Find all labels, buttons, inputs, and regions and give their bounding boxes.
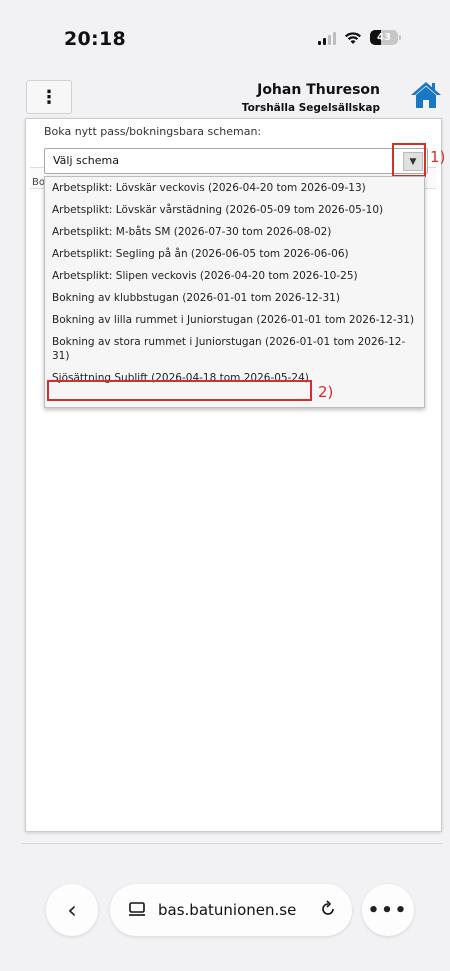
schedule-option[interactable]: Arbetsplikt: Segling på ån (2026-06-05 t… [45,243,424,265]
chevron-left-icon: ‹ [67,896,77,924]
schedule-option[interactable]: Bokning av klubbstugan (2026-01-01 tom 2… [45,287,424,309]
more-horizontal-icon: ••• [367,899,409,921]
schedule-select-value: Välj schema [53,154,119,167]
schedule-dropdown-list: Arbetsplikt: Lövskär veckovis (2026-04-2… [44,176,425,408]
user-name: Johan Thureson [257,82,380,98]
more-options-button[interactable]: ••• [362,884,414,936]
schedule-option[interactable]: Arbetsplikt: Lövskär vårstädning (2026-0… [45,199,424,221]
schedule-option[interactable]: Bokning av stora rummet i Juniorstugan (… [45,331,424,367]
status-time: 20:18 [64,28,126,50]
schedule-option[interactable]: Arbetsplikt: Slipen veckovis (2026-04-20… [45,265,424,287]
wifi-icon [345,31,361,44]
schedule-select[interactable]: Välj schema ▼ [44,148,428,174]
home-icon[interactable] [410,80,442,110]
browser-toolbar: ‹ bas.batunionen.se ••• [0,880,450,960]
status-bar: 20:18 43 [0,0,450,70]
status-icons: 43 [318,30,401,45]
back-button[interactable]: ‹ [46,884,98,936]
schedule-option[interactable]: Arbetsplikt: M-båts SM (2026-07-30 tom 2… [45,221,424,243]
schedule-option[interactable]: Arbetsplikt: Lövskär veckovis (2026-04-2… [45,177,424,199]
organization-name: Torshälla Segelsällskap [241,102,380,114]
reload-icon[interactable] [318,899,338,919]
page-menu-icon[interactable] [128,900,146,918]
annotation-label-1: 1) [430,148,446,166]
schedule-option[interactable]: Bokning av lilla rummet i Juniorstugan (… [45,309,424,331]
more-vertical-icon: ⋮ [40,86,58,108]
menu-button[interactable]: ⋮ [26,80,72,114]
battery-level: 43 [377,32,391,43]
annotation-box-2 [47,380,312,401]
schedule-select-label: Boka nytt pass/bokningsbara scheman: [44,125,262,138]
app-header: ⋮ Johan Thureson Torshälla Segelsällskap [22,76,450,122]
address-bar[interactable]: bas.batunionen.se [110,884,352,936]
annotation-label-2: 2) [318,383,334,401]
annotation-box-1 [392,143,426,177]
divider [22,843,442,844]
url-text: bas.batunionen.se [158,901,297,919]
battery-icon: 43 [370,30,401,45]
cellular-signal-icon [318,31,336,45]
